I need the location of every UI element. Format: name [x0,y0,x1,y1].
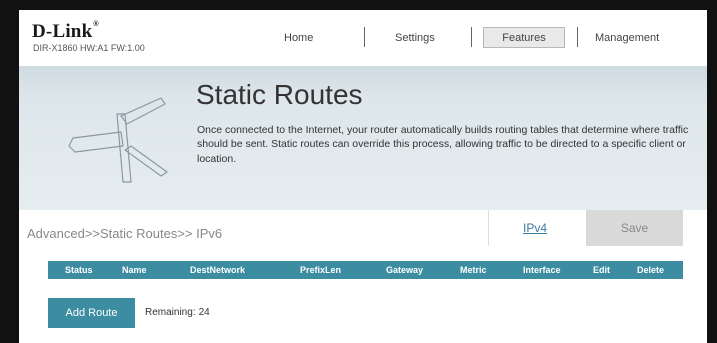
remaining-value: 24 [198,307,210,318]
column-metric: Metric [460,265,487,275]
save-button[interactable]: Save [586,210,683,246]
nav-divider [577,27,578,47]
page-banner: Static Routes Once connected to the Inte… [19,66,707,210]
add-route-button[interactable]: Add Route [48,298,135,328]
column-delete: Delete [637,265,665,275]
column-name: Name [122,265,147,275]
nav-divider [364,27,365,47]
column-destnetwork: DestNetwork [190,265,246,275]
nav-divider [471,27,472,47]
nav-features[interactable]: Features [483,27,565,48]
router-page: D-Link® DIR-X1860 HW:A1 FW:1.00 Home Set… [19,10,707,343]
signpost-icon [68,97,168,183]
dlink-logo: D-Link® [32,21,99,42]
registered-mark: ® [93,21,99,28]
column-status: Status [65,265,93,275]
routes-table-header: Status Name DestNetwork PrefixLen Gatewa… [48,261,683,279]
column-interface: Interface [523,265,561,275]
page-description: Once connected to the Internet, your rou… [197,124,689,165]
nav-settings[interactable]: Settings [395,32,435,44]
remaining-count: Remaining: 24 [145,307,210,318]
breadcrumb: Advanced>>Static Routes>> IPv6 [27,226,223,241]
column-edit: Edit [593,265,610,275]
nav-home[interactable]: Home [284,32,313,44]
column-prefixlen: PrefixLen [300,265,342,275]
column-gateway: Gateway [386,265,424,275]
remaining-label: Remaining: [145,307,196,318]
ipv4-link[interactable]: IPv4 [488,210,581,246]
top-header: D-Link® DIR-X1860 HW:A1 FW:1.00 Home Set… [19,10,707,66]
page-title: Static Routes [196,79,363,110]
device-model-info: DIR-X1860 HW:A1 FW:1.00 [33,43,145,53]
nav-management[interactable]: Management [595,32,659,44]
